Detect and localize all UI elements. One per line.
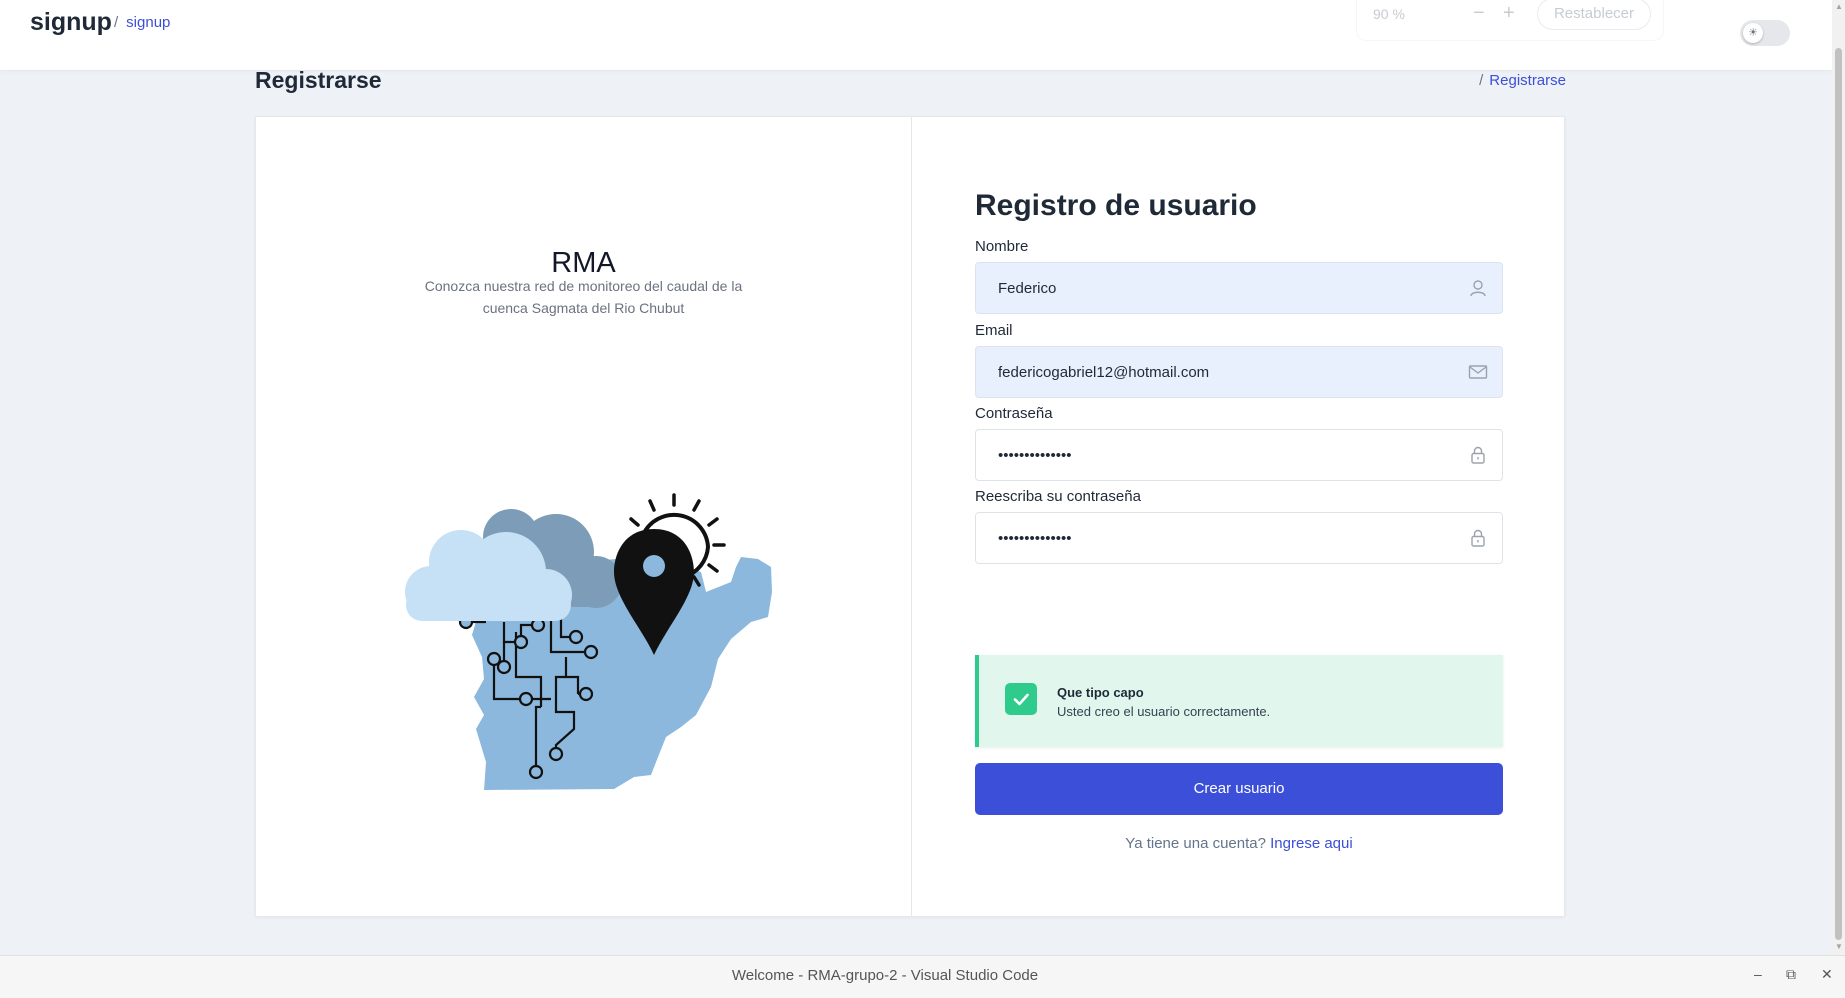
scrollbar-thumb[interactable]: [1835, 48, 1842, 940]
check-icon: [1005, 683, 1037, 715]
zoom-out-button[interactable]: −: [1473, 2, 1485, 25]
email-input[interactable]: [998, 347, 1438, 397]
password-field[interactable]: [975, 429, 1503, 481]
email-label: Email: [975, 322, 1013, 339]
theme-toggle[interactable]: ☀: [1740, 20, 1790, 46]
page-title: Registrarse: [255, 67, 382, 93]
login-prompt-line: Ya tiene una cuenta? Ingrese aqui: [975, 835, 1503, 852]
rma-map-illustration: [405, 493, 772, 790]
zoom-in-button[interactable]: +: [1503, 2, 1515, 25]
breadcrumb-separator: /: [1479, 72, 1484, 89]
password-input[interactable]: [998, 430, 1438, 480]
lock-icon: [1471, 446, 1485, 464]
confirm-password-field[interactable]: [975, 512, 1503, 564]
name-field[interactable]: [975, 262, 1503, 314]
login-link[interactable]: Ingrese aqui: [1270, 835, 1353, 852]
zoom-reset-button[interactable]: Restablecer: [1537, 0, 1651, 30]
window-title: Welcome - RMA-grupo-2 - Visual Studio Co…: [731, 967, 1039, 984]
top-breadcrumb: / signup: [114, 14, 170, 31]
breadcrumb-item-registrarse[interactable]: Registrarse: [1489, 72, 1566, 89]
create-user-button[interactable]: Crear usuario: [975, 763, 1503, 815]
scroll-down-icon[interactable]: ▼: [1835, 942, 1843, 951]
brand-description: Conozca nuestra red de monitoreo del cau…: [424, 278, 743, 316]
user-icon: [1470, 280, 1486, 297]
zoom-level: 90 %: [1373, 6, 1405, 22]
minimize-button[interactable]: –: [1754, 966, 1762, 982]
login-prompt: Ya tiene una cuenta?: [1125, 835, 1266, 852]
close-button[interactable]: ✕: [1821, 966, 1833, 983]
brand-panel: RMA Conozca nuestra red de monitoreo del…: [256, 117, 912, 916]
name-input[interactable]: [998, 263, 1438, 313]
zoom-popup: 90 % − + Restablecer: [1356, 0, 1664, 41]
breadcrumb-item-signup[interactable]: signup: [126, 14, 170, 31]
signup-form: Registro de usuario Nombre Email Contras…: [911, 117, 1564, 916]
confirm-password-input[interactable]: [998, 513, 1438, 563]
email-field[interactable]: [975, 346, 1503, 398]
scroll-up-icon[interactable]: ▲: [1835, 2, 1843, 11]
name-label: Nombre: [975, 238, 1029, 255]
app-title: signup: [30, 8, 112, 36]
restore-button[interactable]: ⧉: [1786, 966, 1796, 983]
lock-icon: [1471, 529, 1485, 547]
signup-card: RMA Conozca nuestra red de monitoreo del…: [255, 116, 1565, 917]
window-title-bar: Welcome - RMA-grupo-2 - Visual Studio Co…: [0, 955, 1845, 998]
alert-message: Usted creo el usuario correctamente.: [1057, 704, 1271, 719]
breadcrumb-separator: /: [114, 14, 119, 31]
form-title: Registro de usuario: [975, 189, 1257, 222]
page-breadcrumb: / Registrarse: [1479, 72, 1566, 89]
sun-icon: ☀: [1743, 23, 1763, 43]
confirm-password-label: Reescriba su contraseña: [975, 488, 1141, 505]
mail-icon: [1468, 365, 1488, 379]
password-label: Contraseña: [975, 405, 1053, 422]
alert-title: Que tipo capo: [1057, 685, 1144, 700]
page-scrollbar[interactable]: ▲ ▼: [1832, 0, 1845, 955]
success-alert: Que tipo capo Usted creo el usuario corr…: [975, 655, 1503, 747]
top-bar: signup / signup 90 % − + Restablecer ☀: [0, 0, 1832, 70]
